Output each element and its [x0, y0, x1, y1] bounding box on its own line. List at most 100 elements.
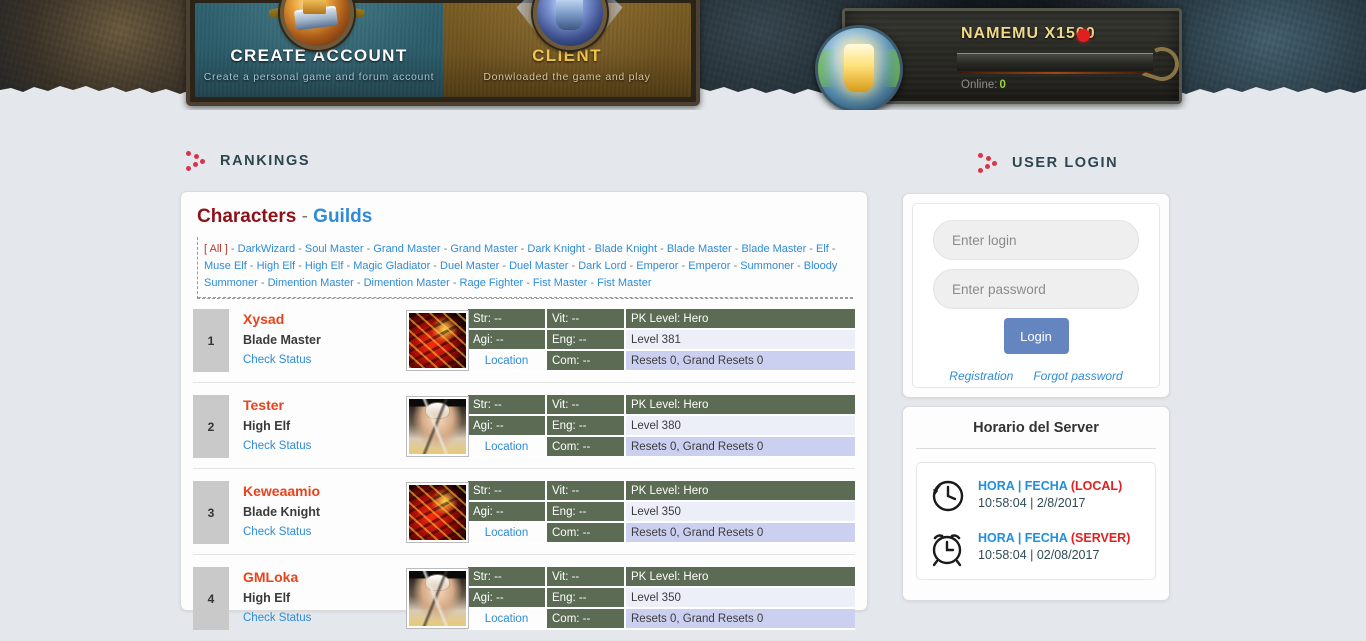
stat-pk-level: PK Level: Hero — [626, 309, 855, 330]
stat-vit: Vit: -- — [547, 481, 626, 502]
character-portrait — [407, 311, 468, 370]
password-input[interactable] — [933, 269, 1139, 309]
server-status-indicator — [1077, 29, 1090, 42]
location-link[interactable]: Location — [468, 351, 547, 372]
class-filter-link[interactable]: Blade Knight — [595, 243, 657, 255]
stats-row: Location Com: -- Resets 0, Grand Resets 0 — [468, 351, 855, 372]
stat-eng: Eng: -- — [547, 502, 626, 523]
class-filter-link[interactable]: Dark Knight — [527, 243, 584, 255]
login-submit-button[interactable]: Login — [1003, 318, 1069, 354]
check-status-link[interactable]: Check Status — [243, 526, 407, 538]
character-name[interactable]: Tester — [243, 397, 407, 413]
class-filter-link[interactable]: Emperor — [636, 260, 678, 272]
registration-link[interactable]: Registration — [949, 369, 1013, 383]
class-filter-separator: - — [363, 243, 374, 255]
character-class: High Elf — [243, 419, 291, 433]
class-filter-separator: - — [731, 243, 742, 255]
character-stats-table: Str: -- Vit: -- PK Level: Hero Agi: -- Eng: … — [468, 481, 855, 544]
server-online-status: Online: 0 — [961, 79, 1006, 91]
character-name[interactable]: Keweaamio — [243, 483, 407, 499]
class-filter-separator: - — [794, 260, 804, 272]
rank-position: 3 — [193, 481, 229, 544]
class-filter-separator: - — [295, 243, 305, 255]
stats-row: Agi: -- Eng: -- Level 350 — [468, 502, 855, 523]
potion-orb-icon — [815, 25, 903, 110]
class-filter-link[interactable]: Grand Master — [450, 243, 517, 255]
client-subtitle: Donwloaded the game and play — [483, 71, 651, 83]
character-name[interactable]: GMLoka — [243, 569, 407, 585]
character-portrait — [407, 483, 468, 542]
tab-guilds[interactable]: Guilds — [313, 206, 372, 227]
character-info: Xysad Blade Master Check Status — [229, 309, 407, 372]
class-filter-link[interactable]: Dark Lord — [578, 260, 626, 272]
class-filter-separator: - — [523, 277, 533, 289]
class-filter-link[interactable]: Muse Elf — [204, 260, 247, 272]
stats-row: Location Com: -- Resets 0, Grand Resets 0 — [468, 523, 855, 544]
login-input[interactable] — [933, 220, 1139, 260]
class-filter-link[interactable]: Emperor — [688, 260, 730, 272]
clock-icon — [927, 475, 967, 515]
class-filter-link[interactable]: DarkWizard — [238, 243, 295, 255]
class-filter-separator: - — [517, 243, 528, 255]
check-status-link[interactable]: Check Status — [243, 440, 407, 452]
rankings-card: Characters - Guilds [ All ] - DarkWizard… — [180, 191, 868, 641]
server-time-row: HORA | FECHA (SERVER) 10:58:04 | 02/08/20… — [927, 527, 1145, 567]
time-value: 10:58:04 | 2/8/2017 — [978, 496, 1086, 510]
class-filter-link[interactable]: High Elf — [305, 260, 344, 272]
online-label: Online: — [961, 79, 998, 91]
ranking-row: 4 GMLoka High Elf Check Status Str: -- Vit: -… — [193, 567, 855, 641]
rank-position: 2 — [193, 395, 229, 458]
stats-row: Str: -- Vit: -- PK Level: Hero — [468, 309, 855, 330]
armor-medal-icon — [516, 0, 623, 50]
class-filter-link[interactable]: Blade Master — [667, 243, 732, 255]
stat-str: Str: -- — [468, 309, 547, 330]
stat-level: Level 381 — [626, 330, 855, 351]
class-filter-link[interactable]: Summoner — [740, 260, 794, 272]
check-status-link[interactable]: Check Status — [243, 354, 407, 366]
server-name: NAMEMU X1500 — [961, 25, 1096, 42]
time-label: HORA | FECHA (LOCAL) — [978, 479, 1123, 494]
class-filter-separator: - — [246, 260, 257, 272]
header-nav-frame: CREATE ACCOUNT Create a personal game an… — [186, 0, 700, 106]
character-name[interactable]: Xysad — [243, 311, 407, 327]
stat-resets: Resets 0, Grand Resets 0 — [626, 523, 855, 544]
class-filter-separator: - — [257, 277, 268, 289]
class-filter-link[interactable]: Duel Master — [509, 260, 568, 272]
class-filter-separator: - — [828, 243, 836, 255]
class-filter-link[interactable]: Duel Master — [440, 260, 499, 272]
class-filter-separator: - — [657, 243, 667, 255]
class-filter-separator: - — [227, 243, 238, 255]
class-filter-link[interactable]: [ All ] — [204, 243, 228, 255]
check-status-link[interactable]: Check Status — [243, 612, 407, 624]
rankings-section-heading: RANKINGS — [185, 150, 310, 172]
class-filter-link[interactable]: Elf — [816, 243, 829, 255]
online-count: 0 — [999, 79, 1006, 91]
class-filter-link[interactable]: Rage Fighter — [460, 277, 524, 289]
rank-position: 4 — [193, 567, 229, 630]
location-link[interactable]: Location — [468, 609, 547, 630]
class-filter-links[interactable]: [ All ] - DarkWizard - Soul Master - Gra… — [204, 241, 853, 292]
class-filter-link[interactable]: Fist Master — [597, 277, 651, 289]
class-filter-link[interactable]: Magic Gladiator — [353, 260, 430, 272]
class-filter-link[interactable]: High Elf — [257, 260, 296, 272]
stat-agi: Agi: -- — [468, 330, 547, 351]
stat-pk-level: PK Level: Hero — [626, 395, 855, 416]
location-link[interactable]: Location — [468, 437, 547, 458]
class-filter-link[interactable]: Fist Master — [533, 277, 587, 289]
server-time-row: HORA | FECHA (LOCAL) 10:58:04 | 2/8/2017 — [927, 475, 1145, 515]
tab-characters[interactable]: Characters — [197, 206, 296, 227]
location-link[interactable]: Location — [468, 523, 547, 544]
server-progress-bar — [957, 53, 1153, 74]
forgot-password-link[interactable]: Forgot password — [1033, 369, 1122, 383]
class-filter-link[interactable]: Soul Master — [305, 243, 364, 255]
class-filter-link[interactable]: Dimention Master — [364, 277, 450, 289]
class-filter-link[interactable]: Dimention Master — [268, 277, 354, 289]
class-filter-separator: - — [806, 243, 817, 255]
stat-resets: Resets 0, Grand Resets 0 — [626, 437, 855, 458]
login-helper-links: Registration Forgot password — [933, 369, 1139, 383]
class-filter-separator: - — [626, 260, 637, 272]
class-filter-link[interactable]: Grand Master — [373, 243, 440, 255]
class-filter-separator: - — [449, 277, 460, 289]
class-filter-separator: - — [730, 260, 741, 272]
class-filter-link[interactable]: Blade Master — [741, 243, 806, 255]
